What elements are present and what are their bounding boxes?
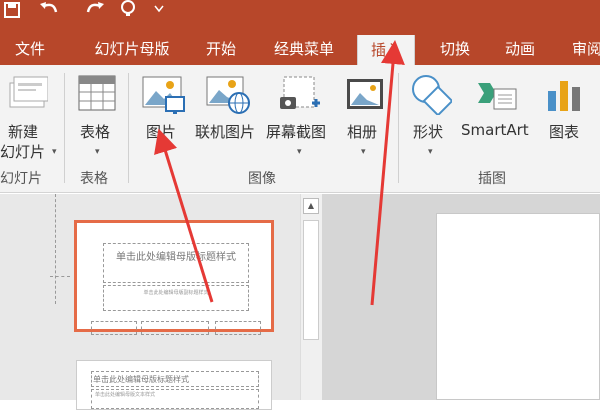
undo-icon[interactable] <box>38 0 60 20</box>
slide-thumbnail-master[interactable]: 单击此处编辑母版标题样式 单击此处编辑母版副标题样式 <box>74 220 274 335</box>
new-slide-button[interactable]: 新建 <box>8 121 38 142</box>
photo-album-button[interactable]: 相册 <box>347 121 377 142</box>
group-separator <box>398 73 399 183</box>
chevron-down-icon[interactable]: ▾ <box>428 147 433 157</box>
chevron-down-icon[interactable]: ▾ <box>361 147 366 157</box>
guide-line <box>55 194 56 304</box>
ribbon: 新建 幻灯片 ▾ 幻灯片 表格 ▾ 表格 图片 联机图片 屏幕截图 ▾ 相册 ▾… <box>0 65 600 193</box>
slide-thumbnail-pane: 单击此处编辑母版标题样式 单击此处编辑母版副标题样式 单击此处编辑母版标题样式 … <box>0 194 300 410</box>
group-label-slides: 幻灯片 <box>0 171 42 187</box>
tab-classic-menu[interactable]: 经典菜单 <box>262 33 346 65</box>
chart-icon <box>548 81 580 111</box>
smartart-button[interactable]: SmartArt <box>461 121 529 139</box>
chevron-down-icon[interactable] <box>154 5 164 13</box>
footer-placeholder <box>141 321 209 335</box>
slide-canvas[interactable] <box>436 213 600 400</box>
group-separator <box>64 73 65 183</box>
guide-line <box>50 276 70 277</box>
group-label-images: 图像 <box>248 171 276 187</box>
footer-placeholder <box>215 321 261 335</box>
tab-transitions[interactable]: 切换 <box>430 33 480 65</box>
picture-icon <box>142 76 185 114</box>
online-picture-button[interactable]: 联机图片 <box>195 121 255 142</box>
subtitle-placeholder-text: 单击此处编辑母版副标题样式 <box>143 290 209 296</box>
tab-home[interactable]: 开始 <box>196 33 246 65</box>
screenshot-button[interactable]: 屏幕截图 <box>266 121 326 142</box>
tab-animations[interactable]: 动画 <box>495 33 545 65</box>
title-placeholder-text: 单击此处编辑母版标题样式 <box>116 252 236 263</box>
tab-slide-master[interactable]: 幻灯片母版 <box>82 33 182 65</box>
chevron-down-icon[interactable]: ▾ <box>297 147 302 157</box>
table-icon <box>78 75 116 111</box>
online-picture-icon <box>206 76 250 114</box>
new-slide-icon <box>9 76 48 108</box>
screenshot-icon <box>280 76 320 109</box>
shapes-button[interactable]: 形状 <box>413 121 443 142</box>
redo-icon[interactable] <box>84 0 106 20</box>
chevron-down-icon[interactable]: ▾ <box>95 147 100 157</box>
chart-button[interactable]: 图表 <box>549 121 579 142</box>
save-icon[interactable] <box>4 2 22 20</box>
ribbon-tabs: 文件 幻灯片母版 开始 经典菜单 插入 切换 动画 审阅 <box>0 33 600 65</box>
customize-toolbar-icon[interactable] <box>120 0 142 18</box>
chevron-down-icon[interactable]: ▾ <box>52 147 57 157</box>
smartart-icon <box>478 83 517 110</box>
scroll-up-button[interactable]: ▲ <box>303 198 319 214</box>
scroll-thumb[interactable] <box>303 220 319 340</box>
group-label-tables: 表格 <box>80 171 108 187</box>
table-button[interactable]: 表格 <box>80 121 110 142</box>
photo-album-icon <box>347 79 383 109</box>
group-label-illustrations: 插图 <box>478 171 506 187</box>
slide-thumbnail-layout[interactable]: 单击此处编辑母版标题样式 单击此处编辑母版文本样式 <box>76 360 272 410</box>
content-placeholder-text: 单击此处编辑母版文本样式 <box>95 392 156 398</box>
tab-file[interactable]: 文件 <box>2 33 58 65</box>
footer-placeholder <box>91 321 137 335</box>
new-slide-label[interactable]: 幻灯片 <box>0 141 45 162</box>
group-separator <box>128 73 129 183</box>
picture-button[interactable]: 图片 <box>146 121 176 142</box>
title-placeholder-text: 单击此处编辑母版标题样式 <box>93 375 189 384</box>
shapes-icon <box>412 75 452 115</box>
tab-review[interactable]: 审阅 <box>562 33 600 65</box>
title-bar <box>0 0 600 33</box>
tab-insert[interactable]: 插入 <box>357 35 415 65</box>
